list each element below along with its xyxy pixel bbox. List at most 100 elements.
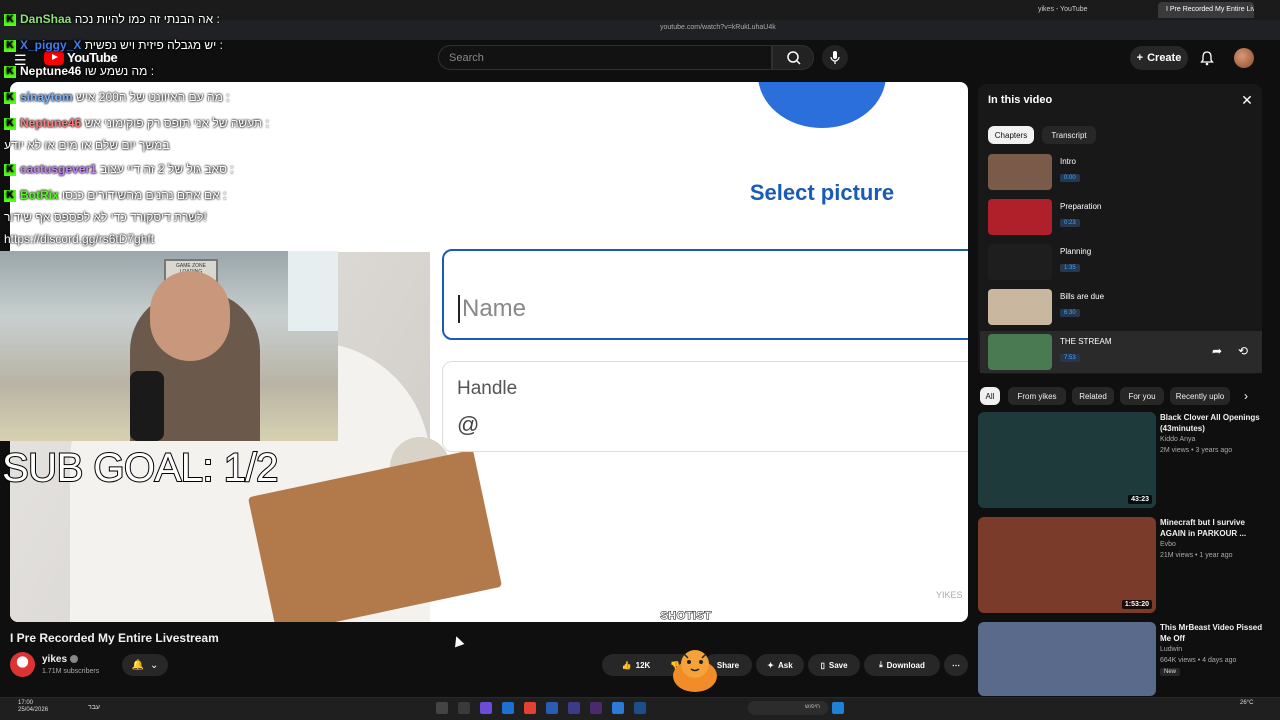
more-actions-button[interactable]: ⋯ [944,654,968,676]
chevron-right-icon[interactable]: › [1238,388,1254,404]
taskbar-weather[interactable]: 26°C [1240,700,1253,707]
shotist-overlay-label: SHOTIST [660,610,712,623]
channel-name[interactable]: yikes [42,654,79,665]
download-button[interactable]: ⤓ Download [864,654,940,676]
share-icon[interactable]: ➦ [1212,344,1226,358]
chat-discord-link: https://discord.gg/rs6tD7ghft [4,232,155,246]
kick-icon: K [4,189,16,202]
chapter-thumbnail [988,334,1052,370]
video-thumbnail[interactable]: 43:23 [978,412,1156,508]
address-bar[interactable]: youtube.com/watch?v=kRukLuhaU4k [660,24,920,36]
taskbar-app-icon[interactable] [480,702,492,714]
taskbar-app-icon[interactable] [458,702,470,714]
taskbar-app-icon[interactable] [436,702,448,714]
search-icon [787,51,801,65]
taskbar-app-icon[interactable] [590,702,602,714]
video-thumbnail[interactable] [978,622,1156,696]
kick-icon: K [4,39,16,52]
taskbar-app-icon[interactable] [546,702,558,714]
taskbar-app-icon[interactable] [612,702,624,714]
search-input[interactable] [449,51,749,65]
chat-message: K Neptune46 מה נשמע שו : [4,64,154,78]
taskbar-app-icon[interactable] [568,702,580,714]
recommended-video[interactable]: 43:23 Black Clover All Openings (43minut… [978,412,1278,512]
ask-button[interactable]: ✦ Ask [756,654,804,676]
account-avatar[interactable] [1234,48,1254,68]
video-name-placeholder: Name [458,295,526,323]
chip-from-channel[interactable]: From yikes [1008,387,1066,405]
chat-message: K X_piggy_X יש מגבלה פיזית ויש נפשית : [4,38,223,52]
bookmark-icon: ▯ [820,660,825,670]
save-button[interactable]: ▯ Save [808,654,860,676]
kick-icon: K [4,91,16,104]
tab-transcript[interactable]: Transcript [1042,126,1096,144]
streamer-webcam: GAME ZONE LOADING [0,251,338,441]
webcam-person-head [150,271,230,361]
chapter-timestamp[interactable]: 6:30 [1060,309,1080,317]
taskbar-clock[interactable]: 17:00 25/04/2026 [18,700,48,714]
loop-icon[interactable]: ⟲ [1238,344,1252,358]
video-title-link[interactable]: Black Clover All Openings (43minutes) [1160,412,1266,434]
video-thumbnail[interactable]: 1:53:20 [978,517,1156,613]
verified-icon [70,655,79,664]
chapter-title: Bills are due [1060,292,1105,301]
steam-taskbar-icon[interactable] [634,702,646,714]
thumbs-up-icon[interactable]: 👍 [622,661,632,670]
channel-subscriber-count: 1.71M subscribers [42,668,100,675]
download-icon: ⤓ [879,660,883,669]
chapter-item[interactable]: Preparation 0:23 [988,199,1258,241]
search-button[interactable] [772,45,814,70]
chip-for-you[interactable]: For you [1120,387,1164,405]
video-title-link[interactable]: Minecraft but I survive AGAIN in PARKOUR… [1160,517,1266,539]
save-label: Save [828,660,848,670]
video-watermark: YIKES [936,590,963,600]
close-icon[interactable]: ✕ [1240,93,1254,107]
chapter-item[interactable]: Intro 0:00 [988,154,1258,196]
video-title-link[interactable]: This MrBeast Video Pissed Me Off [1160,622,1266,644]
ask-label: Ask [778,660,793,670]
chat-message: Kcactusgever1 סאב גול של 2 זה דיי עצוב : [4,162,234,176]
taskbar-app-icon[interactable] [502,702,514,714]
chapter-title: Planning [1060,247,1092,256]
webcam-microphone [130,371,164,441]
video-channel[interactable]: Kiddo Anya [1160,436,1195,443]
kick-icon: K [4,163,16,176]
bell-icon: 🔔 [131,659,145,671]
chip-recently-uploaded[interactable]: Recently uplo [1170,387,1230,405]
recommended-video[interactable]: This MrBeast Video Pissed Me Off Ludwin … [978,622,1278,696]
chat-message: K Neptune46 תעשה של אני תופס רק פוקימוני … [4,116,269,130]
browser-tab-video[interactable]: I Pre Recorded My Entire Livestream [1158,2,1254,18]
video-channel[interactable]: Evbo [1160,541,1176,548]
taskbar-search[interactable]: חיפוש [748,701,828,715]
recommended-video[interactable]: 1:53:20 Minecraft but I survive AGAIN in… [978,517,1278,617]
chapter-thumbnail [988,244,1052,280]
video-meta: 2M views • 3 years ago [1160,447,1233,454]
subscribed-notifications-button[interactable]: 🔔 ⌄ [122,654,168,676]
chapter-timestamp[interactable]: 0:00 [1060,174,1080,182]
chapter-item[interactable]: Bills are due 6:30 [988,289,1258,331]
notifications-bell-icon[interactable] [1198,49,1216,67]
chip-all[interactable]: All [980,387,1000,405]
chat-message: K BotRix אם אתם נהנים מהשידורים כנסו : [4,188,227,202]
taskbar-language[interactable]: עבר [88,704,100,711]
mouse-cursor [451,634,465,648]
video-channel[interactable]: Ludwin [1160,646,1182,653]
browser-taskbar-icon[interactable] [524,702,536,714]
browser-tab-yikes[interactable]: yikes - YouTube [1030,2,1130,18]
video-handle-label: Handle [457,378,518,399]
chapter-thumbnail [988,199,1052,235]
windows-start-icon[interactable] [832,702,844,714]
tab-chapters[interactable]: Chapters [988,126,1034,144]
create-button[interactable]: + Create [1130,46,1188,70]
chip-related[interactable]: Related [1072,387,1114,405]
channel-avatar[interactable] [10,652,35,677]
chapter-timestamp[interactable]: 7:53 [1060,354,1080,362]
chapter-item[interactable]: Planning 1:35 [988,244,1258,286]
plus-icon: + [1136,52,1144,64]
chapter-timestamp[interactable]: 0:23 [1060,219,1080,227]
voice-search-button[interactable] [822,45,848,70]
more-icon: ⋯ [952,660,960,670]
chapter-timestamp[interactable]: 1:35 [1060,264,1080,272]
search-box[interactable] [438,45,772,70]
stream-chat-overlay: K DanShaa אה הבנתי זה כמו להיות נכה : K X_… [0,10,330,250]
